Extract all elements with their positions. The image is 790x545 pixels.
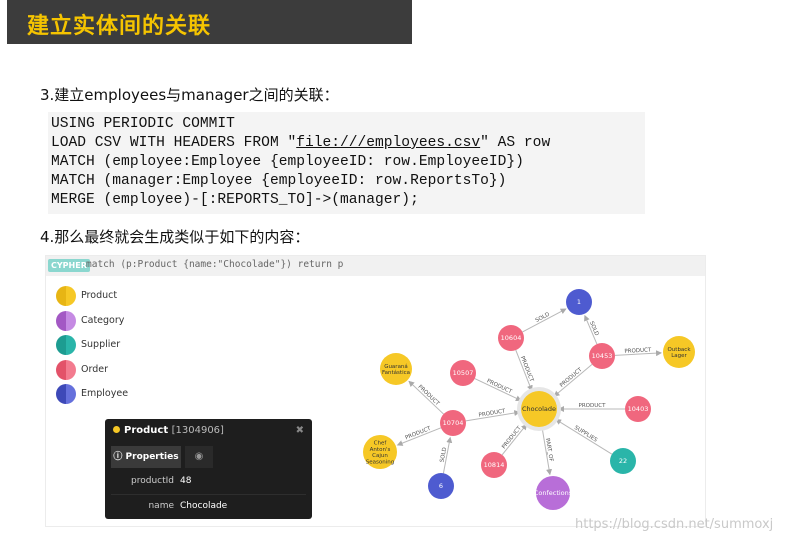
edge-label: PRODUCT [501,425,523,450]
code-line-5: MERGE (employee)-[:REPORTS_TO]->(manager… [51,192,419,208]
csv-link[interactable]: file:///employees.csv [296,135,480,151]
code-line-2-suffix: " AS row [480,135,551,151]
section-title: 建立实体间的关联 [27,14,212,39]
code-line-4: MATCH (manager:Employee {employeeID: row… [51,173,507,189]
step-3-text: 3.建立employees与manager之间的关联： [40,86,339,104]
graph-canvas[interactable]: SOLD SOLD PRODUCT PRODUCT PRODUCT PRODUCT PROD… [46,256,707,528]
node-label: Confections [534,489,573,497]
code-line-2-prefix: LOAD CSV WITH HEADERS FROM " [51,135,297,151]
step-4-text: 4.那么最终就会生成类似于如下的内容： [40,228,310,246]
node-label: Guaraná Fantástica [382,363,410,376]
section-header: 建立实体间的关联 [7,0,412,44]
edge-label: PRODUCT [519,356,535,384]
edge-label: PRODUCT [559,367,584,389]
edge-label: PRODUCT [405,426,433,442]
node-label: Chocolade [522,405,556,413]
edge-label: SOLD [535,312,551,324]
node-label: 10604 [501,334,522,342]
code-block: USING PERIODIC COMMIT LOAD CSV WITH HEAD… [48,112,645,214]
edge-label: SOLD [440,447,449,463]
edge-label: PRODUCT [417,384,441,407]
node-label: 10704 [443,419,464,427]
edge-label: SOLD [588,321,599,337]
node-label: 10507 [453,369,474,377]
node-label: 10814 [484,461,505,469]
edge-label: SUPPLIES [573,425,599,444]
node-label: 10453 [592,352,613,360]
edge-label: PRODUCT [579,403,607,409]
neo4j-result-frame: CYPHER match (p:Product {name:"Chocolade… [45,255,706,527]
node-label: 1 [577,298,581,306]
node-label: 22 [619,457,627,465]
node-label: 10403 [628,405,649,413]
edge-label: PRODUCT [478,408,506,418]
node-label: 6 [439,482,443,490]
code-line-3: MATCH (employee:Employee {employeeID: ro… [51,154,524,170]
watermark: https://blog.csdn.net/summoxj [575,517,774,532]
edge-label: PRODUCT [486,378,513,395]
code-line-1: USING PERIODIC COMMIT [51,116,235,132]
